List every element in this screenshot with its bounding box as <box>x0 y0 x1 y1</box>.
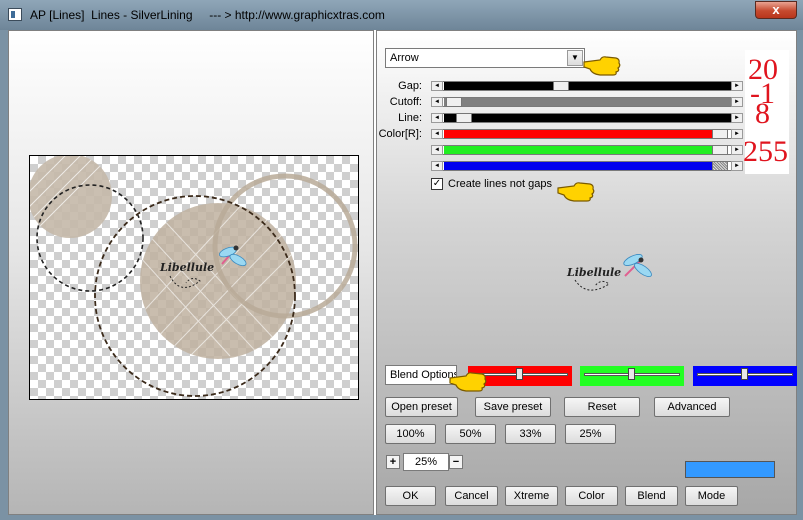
pointing-hand-icon <box>557 182 595 202</box>
zoom-100-button[interactable]: 100% <box>385 424 436 444</box>
xtreme-button[interactable]: Xtreme <box>505 486 558 506</box>
zoom-in-button[interactable]: + <box>386 455 400 469</box>
cutoff-decrease[interactable]: ◄ <box>431 97 443 107</box>
dragonfly-icon <box>623 254 652 278</box>
gap-increase[interactable]: ► <box>731 81 743 91</box>
logo-text: Libellule <box>566 266 621 279</box>
save-preset-button[interactable]: Save preset <box>475 397 551 417</box>
color-b-thumb[interactable] <box>712 161 728 171</box>
close-button[interactable]: x <box>755 1 797 19</box>
app-icon <box>8 8 22 21</box>
color-g-thumb[interactable] <box>712 145 728 155</box>
advanced-button[interactable]: Advanced <box>654 397 730 417</box>
color-b-increase[interactable]: ► <box>731 161 743 171</box>
color-g-decrease[interactable]: ◄ <box>431 145 443 155</box>
mode-dropdown-value: Arrow <box>390 52 419 64</box>
zoom-level-field[interactable]: 25% <box>403 453 449 471</box>
color-swatch[interactable] <box>685 461 775 478</box>
line-value: 8 <box>755 97 770 130</box>
color-b-slider[interactable]: ◄ ► <box>431 161 743 171</box>
gap-label: Gap: <box>398 80 422 92</box>
close-icon: x <box>772 2 780 17</box>
color-r-increase[interactable]: ► <box>731 129 743 139</box>
checkmark-icon: ✓ <box>432 178 442 189</box>
blend-green-knob[interactable] <box>628 368 635 380</box>
line-decrease[interactable]: ◄ <box>431 113 443 123</box>
pointing-hand-icon <box>449 372 487 392</box>
zoom-33-button[interactable]: 33% <box>505 424 556 444</box>
window-title: AP [Lines] Lines - SilverLining --- > ht… <box>30 8 385 22</box>
blend-blue-slider[interactable] <box>693 366 797 386</box>
pointing-hand-icon <box>583 56 621 76</box>
color-r-thumb[interactable] <box>712 129 728 139</box>
zoom-50-button[interactable]: 50% <box>445 424 496 444</box>
watermark-text: Libellule <box>159 261 214 274</box>
circle-fill-small <box>30 156 112 238</box>
gap-thumb[interactable] <box>553 81 569 91</box>
chevron-down-icon[interactable]: ▼ <box>567 50 583 66</box>
blend-options-select[interactable]: Blend Options <box>385 365 457 385</box>
color-r-decrease[interactable]: ◄ <box>431 129 443 139</box>
color-button[interactable]: Color <box>565 486 618 506</box>
color-r-label: Color[R]: <box>378 128 422 140</box>
ok-button[interactable]: OK <box>385 486 436 506</box>
preview-artwork: Libellule <box>30 156 358 397</box>
blend-red-knob[interactable] <box>516 368 523 380</box>
gap-slider[interactable]: ◄ ► <box>431 81 743 91</box>
create-lines-checkbox[interactable]: ✓ <box>431 178 443 190</box>
preview-canvas[interactable]: Libellule <box>29 155 359 400</box>
line-thumb[interactable] <box>456 113 472 123</box>
cutoff-increase[interactable]: ► <box>731 97 743 107</box>
window-frame-left <box>0 30 8 520</box>
blend-button[interactable]: Blend <box>625 486 678 506</box>
color-r-slider[interactable]: ◄ ► <box>431 129 743 139</box>
open-preset-button[interactable]: Open preset <box>385 397 458 417</box>
zoom-25-button[interactable]: 25% <box>565 424 616 444</box>
window-frame-bottom <box>0 515 803 520</box>
value-readouts: 20 -1 8 255 <box>743 50 789 174</box>
color-b-decrease[interactable]: ◄ <box>431 161 443 171</box>
cancel-button[interactable]: Cancel <box>445 486 498 506</box>
line-increase[interactable]: ► <box>731 113 743 123</box>
mode-dropdown[interactable]: Arrow ▼ <box>385 48 585 68</box>
create-lines-label[interactable]: Create lines not gaps <box>448 178 552 190</box>
zoom-out-button[interactable]: − <box>449 455 463 469</box>
line-slider[interactable]: ◄ ► <box>431 113 743 123</box>
cutoff-slider[interactable]: ◄ ► <box>431 97 743 107</box>
blend-green-slider[interactable] <box>580 366 684 386</box>
mode-button[interactable]: Mode <box>685 486 738 506</box>
title-bar[interactable]: AP [Lines] Lines - SilverLining --- > ht… <box>0 0 803 30</box>
cutoff-label: Cutoff: <box>389 96 422 108</box>
color-g-increase[interactable]: ► <box>731 145 743 155</box>
line-label: Line: <box>398 112 422 124</box>
color-value: 255 <box>743 135 788 168</box>
window-frame-right <box>797 30 803 520</box>
gap-decrease[interactable]: ◄ <box>431 81 443 91</box>
cutoff-thumb[interactable] <box>446 97 462 107</box>
color-g-slider[interactable]: ◄ ► <box>431 145 743 155</box>
logo-watermark: Libellule <box>566 254 652 291</box>
reset-button[interactable]: Reset <box>564 397 640 417</box>
blend-blue-knob[interactable] <box>741 368 748 380</box>
